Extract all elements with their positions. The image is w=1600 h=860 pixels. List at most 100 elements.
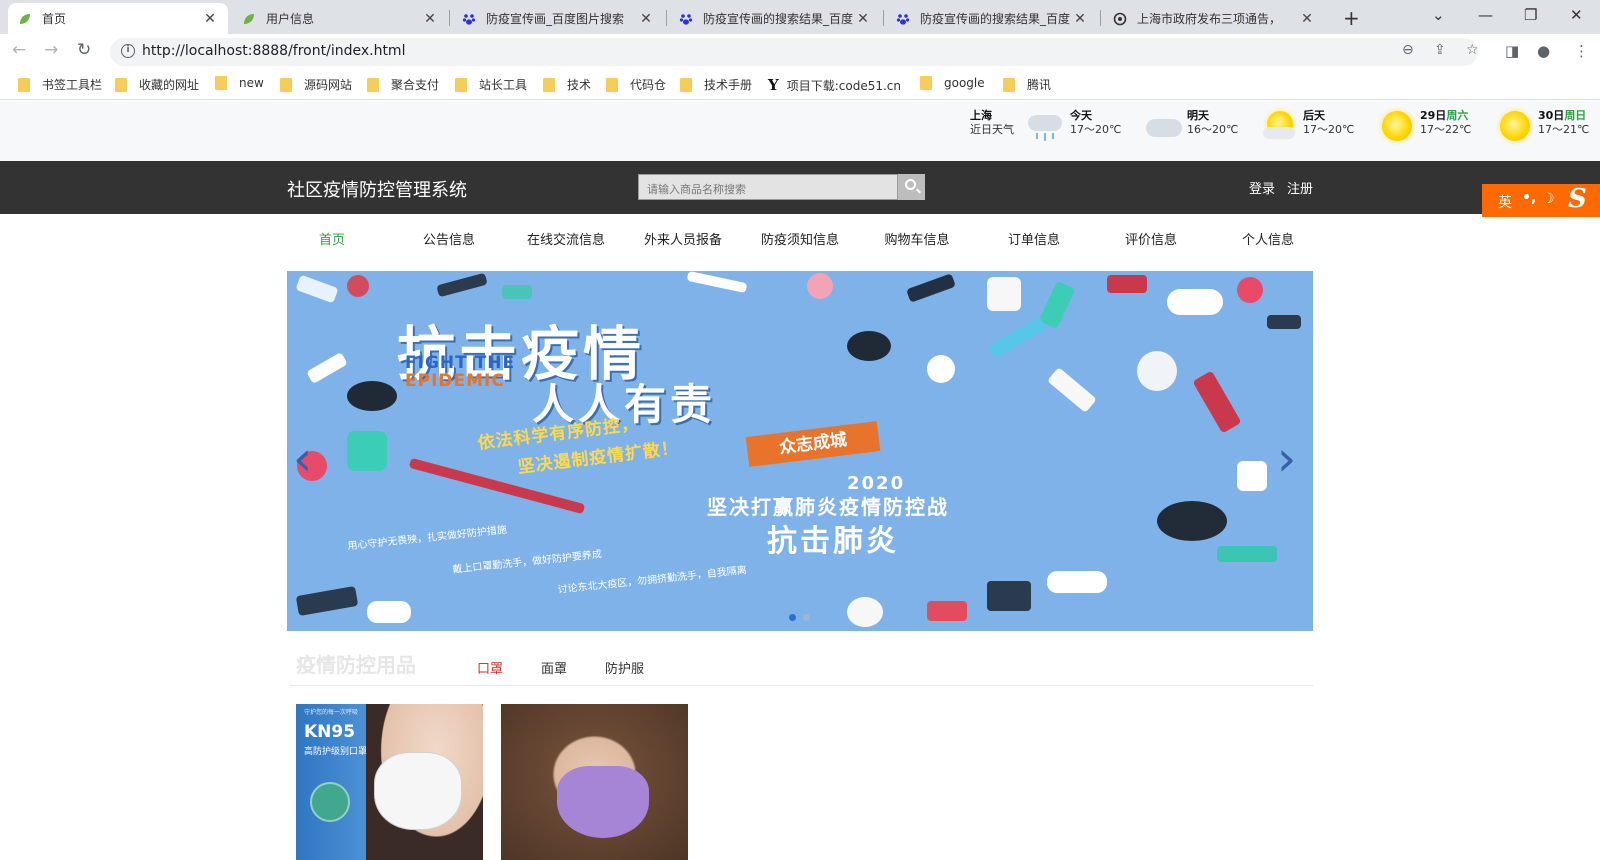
sun-icon	[1382, 111, 1412, 141]
section-title: 疫情防控用品	[296, 653, 416, 677]
menu-kebab-icon[interactable]: ⋮	[1574, 42, 1589, 60]
tab-title: 首页	[42, 12, 67, 26]
address-bar[interactable]: i http://localhost:8888/front/index.html…	[110, 38, 1479, 66]
carousel-next-icon[interactable]: ›	[1277, 431, 1296, 487]
tab-shanghai-notice[interactable]: 上海市政府发布三项通告， ✕	[1103, 3, 1325, 34]
shield-icon	[310, 782, 350, 822]
share-icon[interactable]: ⇪	[1434, 42, 1446, 58]
bookmark-folder[interactable]: 代码仓	[606, 76, 666, 93]
close-icon[interactable]: ✕	[638, 11, 654, 27]
carousel-prev-icon[interactable]: ‹	[293, 431, 312, 487]
leaf-icon	[244, 13, 254, 24]
bookmark-folder[interactable]: 书签工具栏	[18, 76, 102, 93]
bookmark-folder[interactable]: new	[215, 76, 264, 90]
bookmark-folder[interactable]: 源码网站	[280, 76, 352, 93]
product-sub-text: 高防护级别口罩	[304, 747, 368, 757]
carousel-dot[interactable]	[803, 614, 810, 621]
tab-face-shields[interactable]: 面罩	[541, 658, 567, 677]
site-title[interactable]: 社区疫情防控管理系统	[287, 176, 467, 202]
tab-search-icon[interactable]: ⌄	[1432, 6, 1445, 24]
nav-orders[interactable]: 订单信息	[975, 229, 1093, 248]
nav-reviews[interactable]: 评价信息	[1092, 229, 1210, 248]
mask-image	[557, 766, 649, 838]
weather-day: 29日周六 17～22℃	[1420, 109, 1472, 136]
close-icon[interactable]: ✕	[1299, 11, 1315, 27]
window-close-button[interactable]: ✕	[1570, 6, 1583, 24]
close-icon[interactable]: ✕	[1072, 11, 1088, 27]
sogou-logo-icon[interactable]: S	[1568, 184, 1587, 214]
restore-button[interactable]: ❐	[1524, 6, 1537, 24]
search-button[interactable]	[898, 174, 925, 200]
side-panel-icon[interactable]: ◨	[1505, 42, 1519, 60]
tab-baidu-search-results-2[interactable]: 防疫宣传画的搜索结果_百度 ✕	[886, 3, 1098, 34]
ime-toolbar[interactable]: 英 •, ☽ S	[1482, 184, 1600, 217]
bookmark-folder[interactable]: 腾讯	[1003, 76, 1051, 93]
forward-arrow-icon[interactable]: →	[44, 40, 58, 60]
folder-icon	[1003, 77, 1015, 92]
product-brand-text: KN95	[304, 722, 356, 742]
weather-day: 明天 16～20℃	[1187, 109, 1239, 136]
close-icon[interactable]: ✕	[422, 11, 438, 27]
register-link[interactable]: 注册	[1287, 178, 1313, 197]
search-input[interactable]: 请输入商品名称搜索	[638, 174, 898, 200]
main-nav: 首页 公告信息 在线交流信息 外来人员报备 防疫须知信息 购物车信息 订单信息 …	[0, 214, 1600, 259]
minimize-button[interactable]: —	[1478, 6, 1493, 24]
tab-title: 防疫宣传画_百度图片搜索	[486, 12, 625, 26]
nav-home[interactable]: 首页	[273, 229, 391, 248]
banner-carousel[interactable]: ‹ › 抗击疫情 FIGHT THE EPIDEMIC 人人有责 依法科学有序防…	[287, 271, 1313, 631]
close-icon[interactable]: ✕	[202, 11, 218, 27]
nav-cart[interactable]: 购物车信息	[858, 229, 976, 248]
reload-icon[interactable]: ↻	[77, 40, 91, 60]
url-text[interactable]: http://localhost:8888/front/index.html	[142, 43, 405, 59]
folder-icon	[215, 76, 227, 90]
bookmark-folder[interactable]: 站长工具	[455, 76, 527, 93]
site-info-icon[interactable]: i	[121, 44, 135, 58]
banner-line-2: 抗击肺炎	[767, 524, 899, 559]
login-link[interactable]: 登录	[1249, 178, 1275, 197]
folder-icon	[115, 77, 127, 92]
carousel-dot[interactable]	[789, 614, 796, 621]
bookmark-star-icon[interactable]: ☆	[1466, 42, 1479, 58]
tab-protective-suits[interactable]: 防护服	[605, 658, 644, 677]
zoom-icon[interactable]: ⊖	[1402, 42, 1414, 58]
nav-online-chat[interactable]: 在线交流信息	[507, 229, 625, 248]
ime-punct-icon[interactable]: •,	[1522, 190, 1536, 206]
tab-baidu-search-results[interactable]: 防疫宣传画的搜索结果_百度 ✕	[669, 3, 881, 34]
tab-user-info[interactable]: 用户信息 ✕	[232, 3, 448, 34]
sun-cloud-icon	[1263, 109, 1297, 143]
emblem-icon	[1113, 12, 1127, 25]
baidu-paw-icon	[462, 13, 476, 25]
banner-en-2: EPIDEMIC	[405, 371, 505, 391]
browser-toolbar: ← → ↻ i http://localhost:8888/front/inde…	[0, 34, 1600, 70]
moon-icon[interactable]: ☽	[1542, 191, 1555, 207]
nav-visitor-report[interactable]: 外来人员报备	[624, 229, 742, 248]
nav-profile[interactable]: 个人信息	[1209, 229, 1327, 248]
product-card[interactable]: 守护您的每一次呼吸 KN95 高防护级别口罩	[296, 704, 483, 860]
bookmark-link[interactable]: Y 项目下载:code51.cn	[768, 76, 901, 94]
section-divider	[289, 685, 1313, 686]
bookmark-folder[interactable]: 收藏的网址	[115, 76, 199, 93]
tab-home[interactable]: 首页 ✕	[8, 3, 228, 34]
nav-prevention-notice[interactable]: 防疫须知信息	[741, 229, 859, 248]
tab-baidu-image-search[interactable]: 防疫宣传画_百度图片搜索 ✕	[452, 3, 664, 34]
nav-announcements[interactable]: 公告信息	[390, 229, 508, 248]
bookmark-folder[interactable]: google	[920, 76, 985, 90]
profile-avatar-icon[interactable]: ●	[1537, 42, 1550, 60]
leaf-icon	[20, 13, 30, 24]
ime-language-label[interactable]: 英	[1498, 192, 1512, 212]
weather-bar: 上海 近日天气 今天 17～20℃ 明天 16～20℃ 后天 17～20℃ 29…	[0, 101, 1600, 161]
tab-masks[interactable]: 口罩	[477, 658, 503, 677]
bookmarks-bar: 书签工具栏 收藏的网址 new 源码网站 聚合支付 站长工具 技术 代码仓 技术…	[0, 70, 1600, 100]
bookmark-folder[interactable]: 聚合支付	[367, 76, 439, 93]
banner-en-1: FIGHT THE	[405, 353, 516, 373]
new-tab-button[interactable]: +	[1343, 6, 1360, 30]
bookmark-folder[interactable]: 技术手册	[680, 76, 752, 93]
mask-image	[374, 752, 462, 830]
product-card[interactable]	[501, 704, 688, 860]
back-arrow-icon[interactable]: ←	[12, 40, 26, 60]
browser-tab-strip: 首页 ✕ 用户信息 ✕ 防疫宣传画_百度图片搜索 ✕ 防疫宣传画的搜索结果_百度…	[0, 0, 1600, 34]
folder-icon	[367, 77, 379, 92]
close-icon[interactable]: ✕	[855, 11, 871, 27]
bookmark-folder[interactable]: 技术	[543, 76, 591, 93]
folder-icon	[920, 76, 932, 90]
